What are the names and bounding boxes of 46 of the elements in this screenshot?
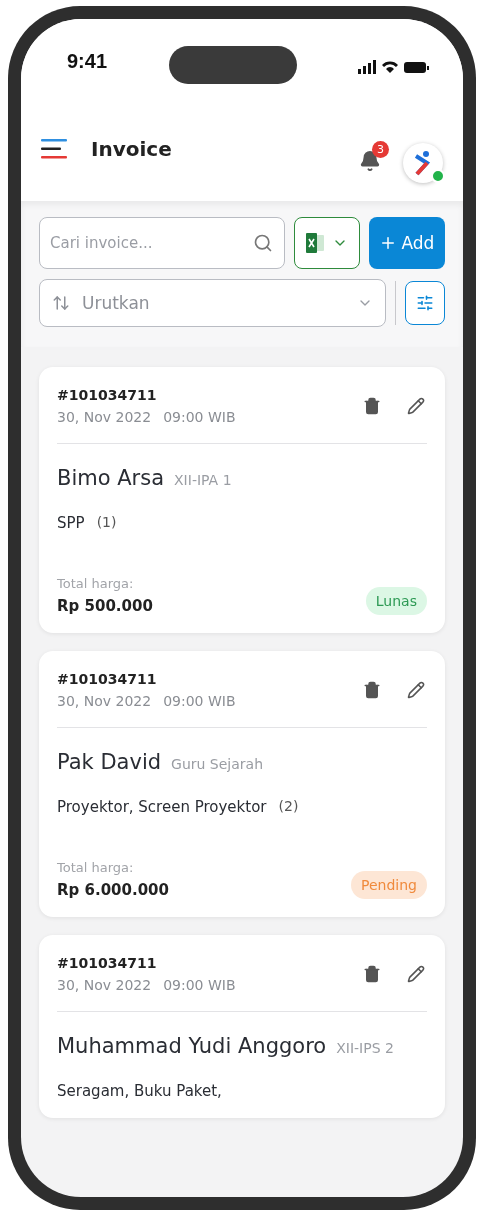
menu-icon[interactable] [41, 138, 69, 160]
customer-group: XII-IPS 2 [336, 1040, 394, 1056]
invoice-time: 09:00 WIB [163, 693, 236, 709]
sliders-icon [416, 294, 434, 312]
total-price: Rp 6.000.000 [57, 881, 169, 899]
invoice-time: 09:00 WIB [163, 409, 236, 425]
signal-icon [358, 60, 376, 74]
add-button[interactable]: Add [368, 217, 445, 269]
search-icon [253, 233, 273, 253]
invoice-date: 30, Nov 2022 [57, 693, 152, 709]
invoice-date: 30, Nov 2022 [57, 977, 152, 993]
invoice-number: #101034711 [57, 671, 158, 687]
invoice-date: 30, Nov 2022 [57, 409, 152, 425]
item-count: (2) [278, 798, 299, 814]
status-badge: Lunas [365, 587, 427, 615]
status-badge: Pending [351, 871, 427, 899]
search-field[interactable]: Cari invoice... [39, 217, 285, 269]
customer-group: XII-IPA 1 [174, 472, 232, 488]
invoice-number: #101034711 [57, 955, 158, 971]
sort-arrows-icon [52, 294, 70, 312]
wifi-icon [382, 61, 398, 73]
invoice-items: Seragam, Buku Paket, [57, 1082, 222, 1100]
status-time: 9:41 [67, 49, 108, 73]
total-price: Rp 500.000 [57, 597, 153, 615]
total-label: Total harga: [57, 576, 135, 591]
total-label: Total harga: [57, 860, 135, 875]
edit-button[interactable] [405, 963, 427, 985]
customer-name: Pak David [57, 750, 162, 774]
edit-button[interactable] [405, 395, 427, 417]
invoice-number: #101034711 [57, 387, 158, 403]
customer-name: Bimo Arsa [57, 466, 165, 490]
battery-icon [404, 61, 429, 73]
invoice-items: SPP [57, 514, 85, 532]
invoice-items: Proyektor, Screen Proyektor [57, 798, 267, 816]
invoice-time: 09:00 WIB [163, 977, 236, 993]
filter-button[interactable] [405, 281, 445, 325]
notification-count: 3 [372, 141, 389, 158]
edit-button[interactable] [405, 679, 427, 701]
customer-name: Muhammad Yudi Anggoro [57, 1034, 327, 1058]
spreadsheet-icon [305, 233, 324, 253]
export-button[interactable] [294, 217, 360, 269]
page-title: Invoice [91, 137, 173, 161]
avatar[interactable] [403, 143, 443, 183]
item-count: (1) [96, 514, 117, 530]
customer-group: Guru Sejarah [171, 756, 264, 772]
sort-dropdown[interactable]: Urutkan [39, 279, 386, 327]
